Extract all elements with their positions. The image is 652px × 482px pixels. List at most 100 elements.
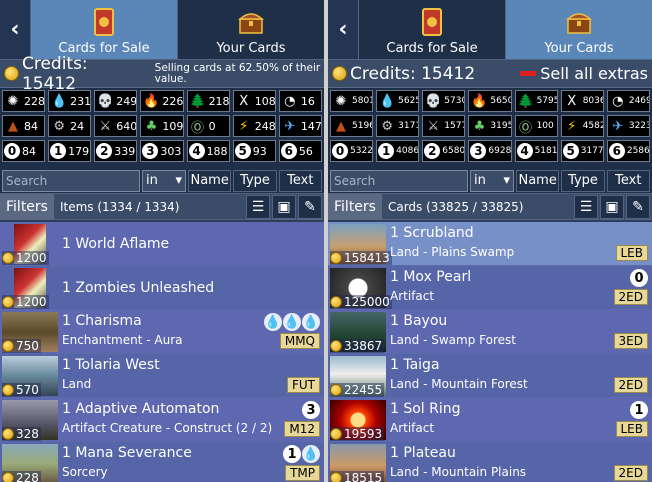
mana-filter-13[interactable]: ✈ 3223: [606, 115, 650, 137]
symbol-count: 248: [254, 119, 276, 133]
list-item[interactable]: 328 1 Adaptive Automaton Artifact Creature…: [0, 398, 324, 442]
card-view-icon[interactable]: ▣: [272, 194, 296, 219]
mana-symbol-icon: ✺: [7, 93, 19, 109]
set-badge: 2ED: [613, 377, 648, 393]
price-value: 328: [16, 427, 39, 441]
filters-button[interactable]: Filters: [328, 193, 382, 220]
mana-filter-8[interactable]: ⚙ 24: [48, 115, 92, 137]
mana-filter-18[interactable]: 4 188: [186, 140, 230, 162]
wrench-icon[interactable]: ✎: [626, 194, 650, 219]
mana-filter-12[interactable]: ⚡ 248: [232, 115, 276, 137]
mana-filter-13[interactable]: ✈ 147: [278, 115, 322, 137]
mana-filter-14[interactable]: 0 84: [2, 140, 46, 162]
tab-bar: ‹ Cards for Sale Your Cards: [0, 0, 324, 60]
list-item[interactable]: 1200 1 Zombies Unleashed: [0, 266, 324, 310]
list-item[interactable]: 18515 1 Plateau Land - Mountain Plains 2ED: [328, 442, 652, 482]
card-count: Cards (33825 / 33825): [387, 199, 524, 214]
search-input[interactable]: Search: [330, 169, 468, 192]
mana-filter-11[interactable]: Ⓞ 100: [514, 115, 558, 137]
tab-your-cards[interactable]: Your Cards: [505, 0, 652, 59]
mana-filter-7[interactable]: ▲ 5196: [330, 115, 374, 137]
symbol-count: 231: [70, 94, 92, 108]
card-view-icon[interactable]: ▣: [600, 194, 624, 219]
sort-text-button[interactable]: Text: [606, 169, 650, 192]
mana-filter-20[interactable]: 6 56: [278, 140, 322, 162]
mana-filter-16[interactable]: 2 339: [94, 140, 138, 162]
mana-filter-20[interactable]: 6 2586: [606, 140, 650, 162]
list-view-icon[interactable]: ☰: [246, 194, 270, 219]
mana-filter-12[interactable]: ⚡ 4582: [560, 115, 604, 137]
item-count: Items (1334 / 1334): [59, 199, 180, 214]
mana-filter-7[interactable]: ▲ 84: [2, 115, 46, 137]
mana-filter-0[interactable]: ✺ 228: [2, 90, 46, 112]
mana-filter-5[interactable]: X 8036: [560, 90, 604, 112]
tab-your-cards[interactable]: Your Cards: [177, 0, 324, 59]
symbol-count: 303: [160, 144, 182, 158]
mana-filter-4[interactable]: 🌲 218: [186, 90, 230, 112]
price-tag: 1200: [2, 295, 49, 309]
list-item[interactable]: 22455 1 Taiga Land - Mountain Forest 2ED: [328, 354, 652, 398]
mana-filter-2[interactable]: 💀 249: [94, 90, 138, 112]
mana-filter-9[interactable]: ⚔ 640: [94, 115, 138, 137]
list-item[interactable]: 1200 1 World Aflame: [0, 222, 324, 266]
mana-filter-17[interactable]: 3 303: [140, 140, 184, 162]
wrench-icon[interactable]: ✎: [298, 194, 322, 219]
mana-filter-19[interactable]: 5 3177: [560, 140, 604, 162]
mana-filter-1[interactable]: 💧 5625: [376, 90, 420, 112]
tab-cards-for-sale[interactable]: Cards for Sale: [358, 0, 505, 59]
list-item[interactable]: 125000 1 Mox Pearl Artifact 2ED 0: [328, 266, 652, 310]
mana-filter-1[interactable]: 💧 231: [48, 90, 92, 112]
mana-filter-10[interactable]: ♣ 109: [140, 115, 184, 137]
mana-filter-2[interactable]: 💀 5730: [422, 90, 466, 112]
mana-filter-15[interactable]: 1 179: [48, 140, 92, 162]
mana-filter-5[interactable]: X 108: [232, 90, 276, 112]
mana-filter-15[interactable]: 1 4086: [376, 140, 420, 162]
price-value: 750: [16, 339, 39, 353]
mana-symbol-icon: Ⓞ: [519, 120, 533, 136]
mana-filter-4[interactable]: 🌲 5795: [514, 90, 558, 112]
mana-filter-16[interactable]: 2 6580: [422, 140, 466, 162]
price-tag: 125000: [330, 295, 392, 309]
sort-name-button[interactable]: Name: [188, 169, 232, 192]
mana-filter-14[interactable]: 0 5322: [330, 140, 374, 162]
search-input[interactable]: Search: [2, 169, 140, 192]
mana-filter-19[interactable]: 5 93: [232, 140, 276, 162]
mana-filter-9[interactable]: ⚔ 1577: [422, 115, 466, 137]
coin-icon: [330, 472, 342, 482]
tab-cards-for-sale[interactable]: Cards for Sale: [30, 0, 177, 59]
sort-type-button[interactable]: Type: [561, 169, 605, 192]
generic-mana-icon: 6: [280, 143, 297, 159]
list-item[interactable]: 228 1 Mana Severance Sorcery TMP 1 💧: [0, 442, 324, 482]
search-scope-select[interactable]: in ▾: [142, 169, 186, 192]
mana-filter-11[interactable]: Ⓞ 0: [186, 115, 230, 137]
sort-text-button[interactable]: Text: [278, 169, 322, 192]
list-item[interactable]: 570 1 Tolaria West Land FUT: [0, 354, 324, 398]
list-item[interactable]: 158413 1 Scrubland Land - Plains Swamp LEB: [328, 222, 652, 266]
sort-type-button[interactable]: Type: [233, 169, 277, 192]
list-item[interactable]: 33867 1 Bayou Land - Swamp Forest 3ED: [328, 310, 652, 354]
mana-symbol-icon: ◔: [284, 93, 296, 109]
filters-button[interactable]: Filters: [0, 193, 54, 220]
price-value: 33867: [344, 339, 383, 353]
search-scope-select[interactable]: in ▾: [470, 169, 514, 192]
list-view-icon[interactable]: ☰: [574, 194, 598, 219]
mana-filter-6[interactable]: ◔ 2469: [606, 90, 650, 112]
mana-filter-0[interactable]: ✺ 5801: [330, 90, 374, 112]
back-button[interactable]: ‹: [0, 0, 30, 59]
back-button[interactable]: ‹: [328, 0, 358, 59]
mana-filter-10[interactable]: ♣ 3195: [468, 115, 512, 137]
set-badge: LEB: [615, 421, 648, 437]
generic-mana-icon: 0: [630, 269, 648, 287]
price-tag: 228: [2, 471, 41, 482]
list-item[interactable]: 750 1 Charisma Enchantment - Aura MMQ 💧 💧 💧: [0, 310, 324, 354]
sell-all-extras-button[interactable]: Sell all extras: [520, 64, 648, 83]
mana-filter-6[interactable]: ◔ 16: [278, 90, 322, 112]
mana-filter-3[interactable]: 🔥 226: [140, 90, 184, 112]
mana-filter-17[interactable]: 3 6928: [468, 140, 512, 162]
list-item[interactable]: 19593 1 Sol Ring Artifact LEB 1: [328, 398, 652, 442]
mana-filter-8[interactable]: ⚙ 3171: [376, 115, 420, 137]
mana-filter-3[interactable]: 🔥 5650: [468, 90, 512, 112]
sort-name-button[interactable]: Name: [516, 169, 560, 192]
mana-symbol-icon: ▲: [336, 118, 346, 134]
mana-filter-18[interactable]: 4 5181: [514, 140, 558, 162]
